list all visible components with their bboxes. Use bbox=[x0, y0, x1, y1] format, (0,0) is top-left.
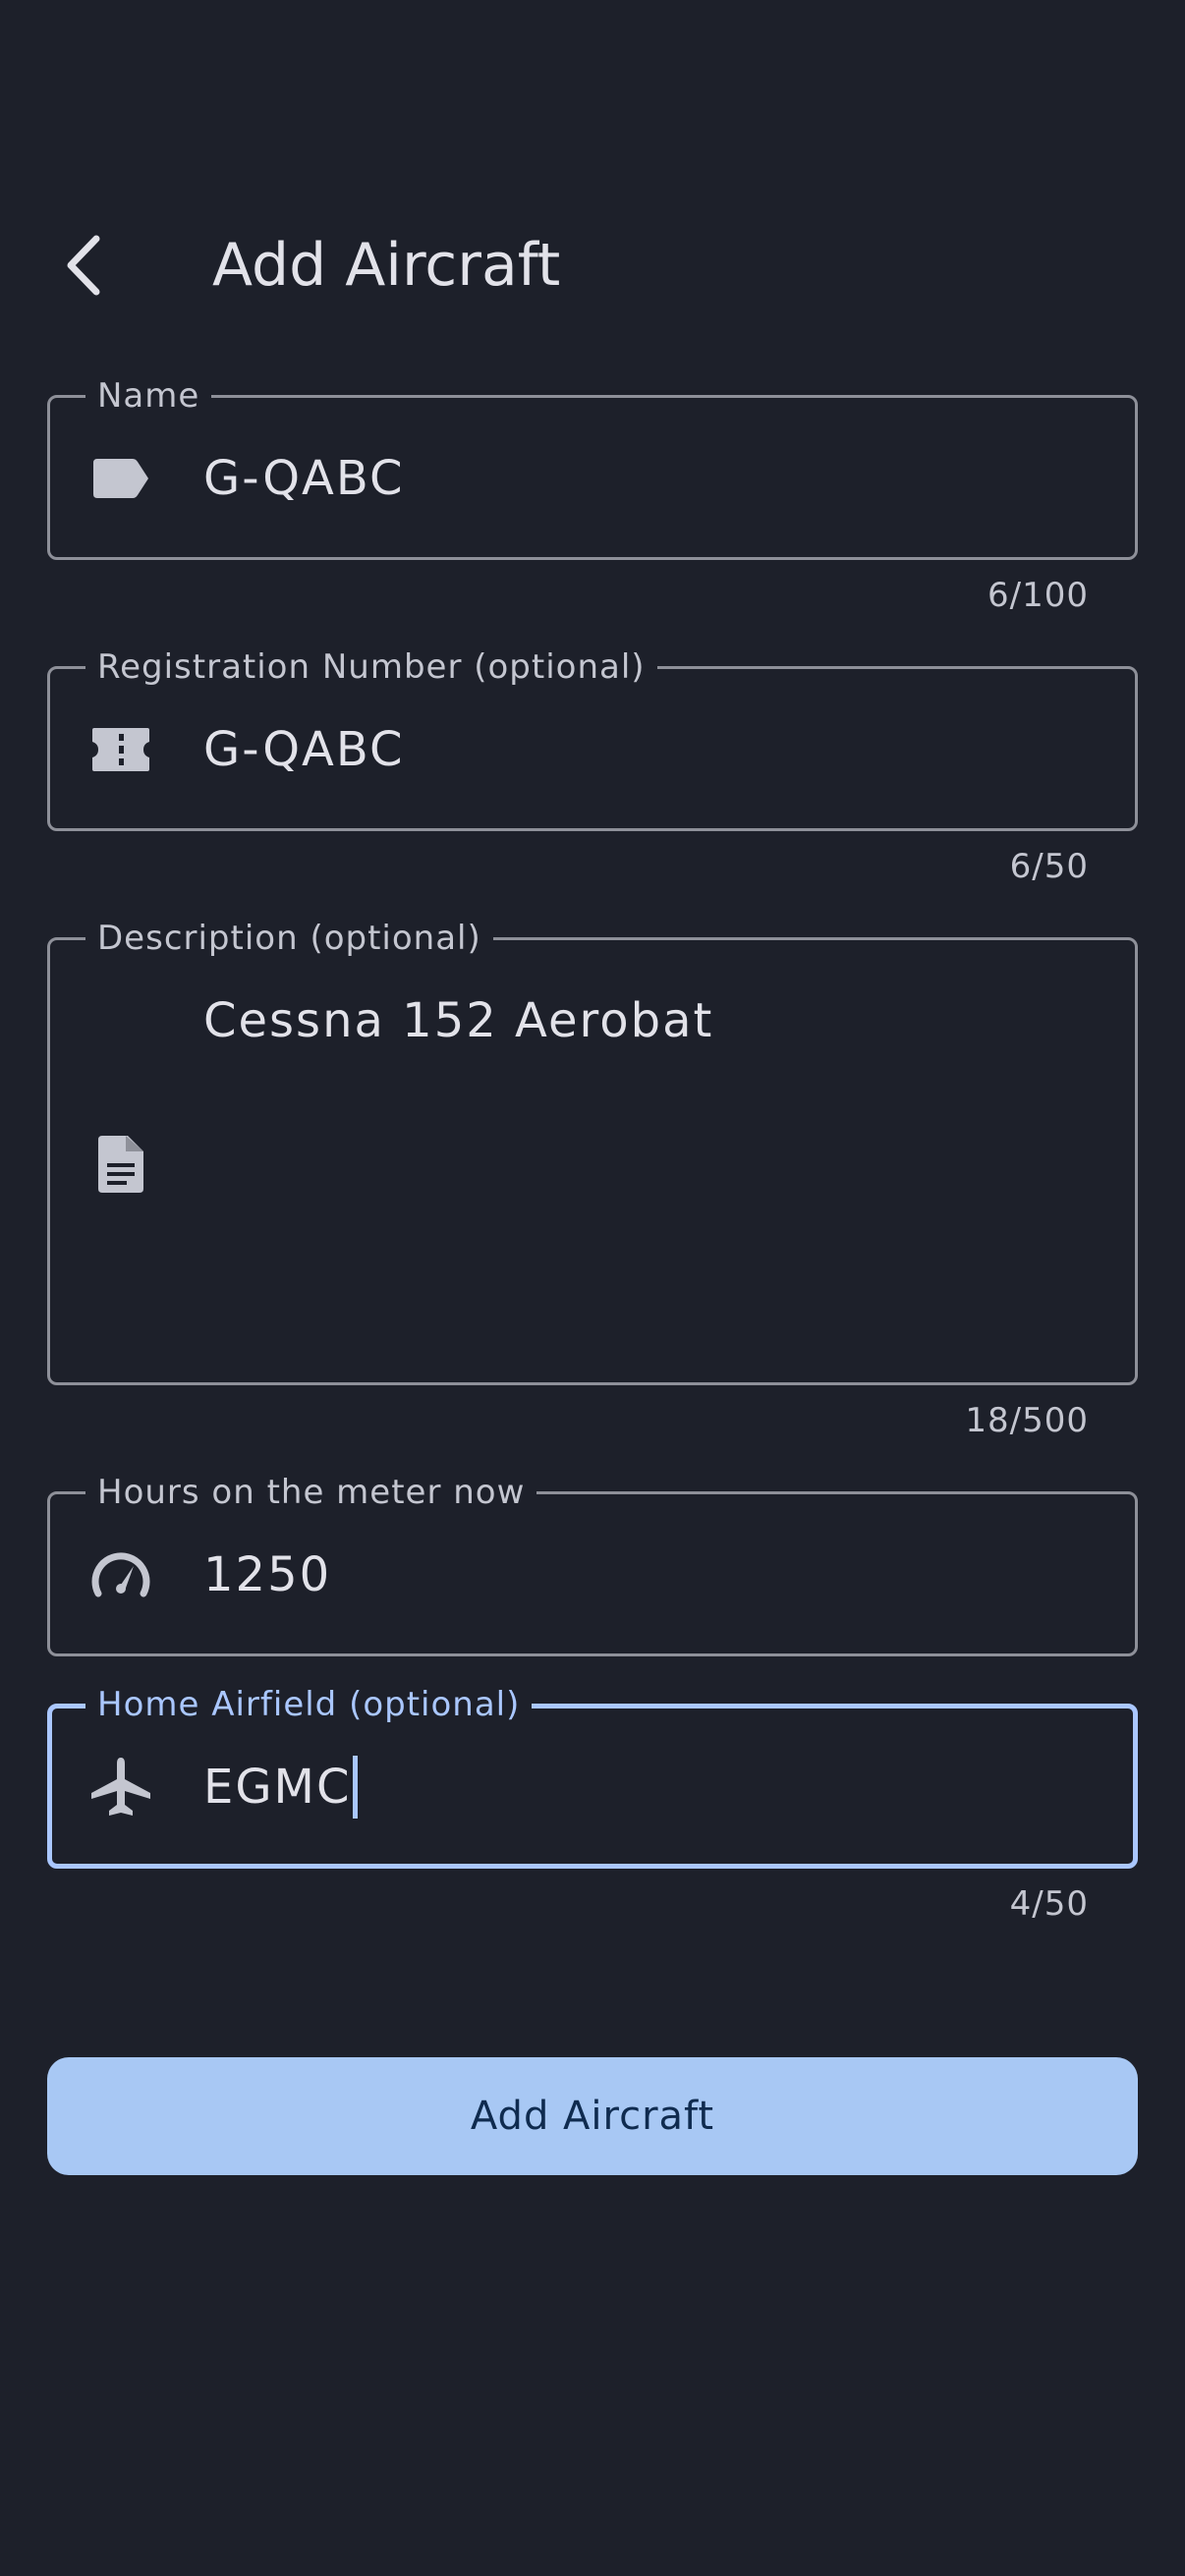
name-char-counter: 6/100 bbox=[988, 576, 1089, 615]
top-app-bar: Add Aircraft bbox=[0, 196, 1185, 334]
add-aircraft-screen: Add Aircraft Name G-QABC 6/100 Registrat… bbox=[0, 0, 1185, 2576]
document-icon bbox=[89, 1133, 152, 1196]
home-airfield-field-label: Home Airfield (optional) bbox=[85, 1685, 533, 1724]
chevron-left-icon bbox=[67, 235, 100, 296]
home-airfield-field[interactable]: Home Airfield (optional) EGMC bbox=[47, 1685, 1138, 1869]
name-field[interactable]: Name G-QABC bbox=[47, 376, 1138, 560]
page-title: Add Aircraft bbox=[212, 231, 561, 300]
home-airfield-input[interactable]: EGMC bbox=[203, 1756, 359, 1819]
speedometer-icon bbox=[89, 1543, 152, 1606]
airplane-icon bbox=[89, 1756, 152, 1819]
home-airfield-input-text: EGMC bbox=[203, 1760, 352, 1815]
registration-char-counter: 6/50 bbox=[1009, 847, 1089, 886]
add-aircraft-button[interactable]: Add Aircraft bbox=[47, 2057, 1138, 2175]
back-button[interactable] bbox=[39, 216, 128, 314]
registration-input[interactable]: G-QABC bbox=[203, 720, 405, 779]
name-input[interactable]: G-QABC bbox=[203, 449, 405, 508]
text-cursor bbox=[353, 1756, 359, 1819]
hours-input[interactable]: 1250 bbox=[203, 1545, 331, 1604]
ticket-icon bbox=[89, 718, 152, 781]
home-airfield-char-counter: 4/50 bbox=[1009, 1884, 1089, 1924]
description-input[interactable]: Cessna 152 Aerobat bbox=[203, 991, 713, 1050]
description-char-counter: 18/500 bbox=[965, 1401, 1089, 1440]
hours-field-label: Hours on the meter now bbox=[85, 1473, 537, 1512]
label-tag-icon bbox=[89, 447, 152, 510]
hours-field[interactable]: Hours on the meter now 1250 bbox=[47, 1473, 1138, 1656]
name-field-label: Name bbox=[85, 376, 212, 416]
description-field-label: Description (optional) bbox=[85, 919, 493, 958]
description-field[interactable]: Description (optional) Cessna 152 Aeroba… bbox=[47, 919, 1138, 1385]
registration-field[interactable]: Registration Number (optional) G-QABC bbox=[47, 647, 1138, 831]
registration-field-label: Registration Number (optional) bbox=[85, 647, 657, 687]
